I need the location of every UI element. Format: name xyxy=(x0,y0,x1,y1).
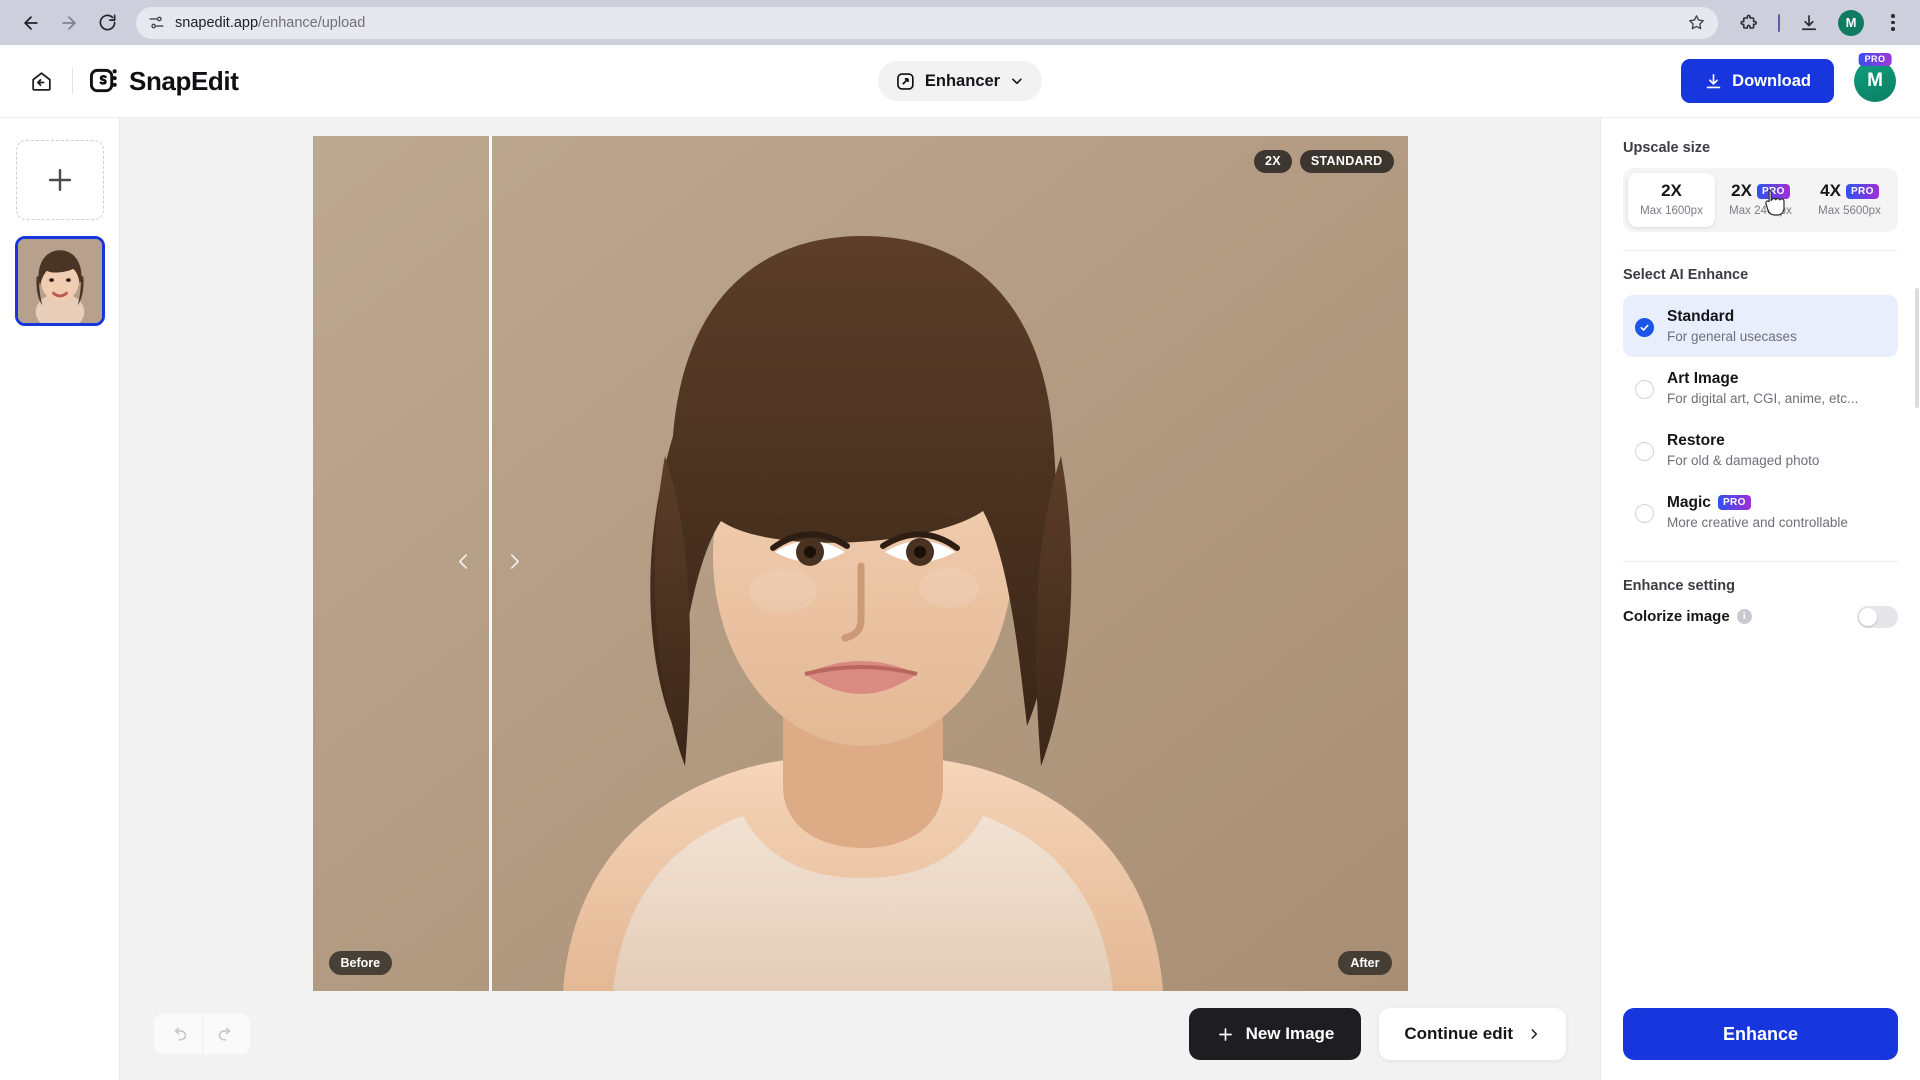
enhance-option-desc: For general usecases xyxy=(1667,328,1797,344)
browser-profile-avatar[interactable]: M xyxy=(1838,9,1864,36)
status-badge: STANDARD xyxy=(1299,150,1394,173)
enhance-option-standard[interactable]: Standard For general usecases xyxy=(1623,294,1898,357)
three-dot-menu-icon[interactable] xyxy=(1880,10,1906,36)
panel-scrollbar[interactable] xyxy=(1915,288,1919,408)
panel-footer: Enhance xyxy=(1601,994,1920,1080)
image-badges: 2X STANDARD xyxy=(1254,150,1394,173)
status-badge: 2X xyxy=(1254,150,1292,173)
upscale-size-title: Upscale size xyxy=(1623,140,1711,156)
enhance-setting-title: Enhance setting xyxy=(1623,577,1735,594)
radio-icon[interactable] xyxy=(1635,503,1654,523)
add-image-button[interactable] xyxy=(15,140,104,220)
bookmark-star-icon[interactable] xyxy=(1687,13,1706,32)
ai-enhance-options: Standard For general usecases Art Image … xyxy=(1623,294,1898,543)
enhance-option-label: Magic xyxy=(1667,493,1711,511)
extensions-puzzle-icon[interactable] xyxy=(1736,10,1762,36)
download-icon xyxy=(1704,72,1723,91)
enhance-option-label: Restore xyxy=(1667,431,1725,449)
forward-button[interactable] xyxy=(52,6,86,40)
plus-icon xyxy=(48,168,71,192)
enhancer-icon xyxy=(895,71,916,92)
enhance-option-art-image[interactable]: Art Image For digital art, CGI, anime, e… xyxy=(1623,357,1898,419)
url-text: snapedit.app/enhance/upload xyxy=(175,14,366,31)
upscale-option-2x-pro[interactable]: 2X PRO Max 2400px xyxy=(1717,173,1804,227)
browser-toolbar: snapedit.app/enhance/upload M xyxy=(0,0,1920,45)
undo-button[interactable] xyxy=(154,1014,202,1054)
colorize-image-label: Colorize image xyxy=(1623,608,1730,626)
avatar-initial: M xyxy=(1854,60,1896,102)
new-image-label: New Image xyxy=(1245,1024,1335,1043)
mode-selector[interactable]: Enhancer xyxy=(877,61,1043,101)
address-bar[interactable]: snapedit.app/enhance/upload xyxy=(136,6,1718,39)
home-back-icon[interactable] xyxy=(24,64,58,98)
logo-text: SnapEdit xyxy=(129,65,239,96)
pro-tag: PRO xyxy=(1756,183,1790,199)
snapedit-logo[interactable]: SnapEdit xyxy=(89,65,239,97)
reload-button[interactable] xyxy=(90,6,124,40)
site-settings-icon[interactable] xyxy=(148,14,165,31)
radio-checked-icon[interactable] xyxy=(1635,317,1654,337)
settings-scroll: Upscale size 2X Max 1600px 2X PRO Max 24… xyxy=(1601,118,1920,994)
header-divider xyxy=(72,68,73,94)
user-avatar[interactable]: M PRO xyxy=(1854,53,1896,102)
toggle-knob xyxy=(1859,607,1877,626)
chevron-right-icon xyxy=(1531,1029,1538,1039)
upscale-size-group: 2X Max 1600px 2X PRO Max 2400px 4X PRO M… xyxy=(1623,168,1898,232)
chevron-down-icon[interactable] xyxy=(1009,73,1025,89)
pro-tag: PRO xyxy=(1717,495,1751,511)
canvas-area: 2X STANDARD Before After New Image Conti… xyxy=(120,118,1600,1080)
colorize-image-row: Colorize image i xyxy=(1623,605,1898,628)
redo-button[interactable] xyxy=(202,1014,250,1054)
chevron-right-icon[interactable] xyxy=(503,544,525,583)
upscale-option-2x-standard[interactable]: 2X Max 1600px xyxy=(1628,173,1715,227)
pro-tag: PRO xyxy=(1845,183,1879,199)
continue-edit-button[interactable]: Continue edit xyxy=(1379,1008,1566,1060)
chevron-left-icon[interactable] xyxy=(452,544,474,583)
image-compare-stage[interactable]: 2X STANDARD Before After xyxy=(312,136,1408,991)
canvas-bottom-bar: New Image Continue edit xyxy=(120,988,1600,1080)
enhance-button[interactable]: Enhance xyxy=(1623,1008,1898,1060)
canvas-actions: New Image Continue edit xyxy=(1188,1008,1566,1060)
enhance-option-label: Standard xyxy=(1667,307,1735,325)
download-label: Download xyxy=(1732,71,1811,90)
after-label: After xyxy=(1338,950,1392,975)
upscale-option-4x-pro[interactable]: 4X PRO Max 5600px xyxy=(1806,173,1893,227)
colorize-image-toggle[interactable] xyxy=(1857,605,1898,628)
continue-edit-label: Continue edit xyxy=(1404,1024,1513,1043)
back-button[interactable] xyxy=(14,6,48,40)
download-button[interactable]: Download xyxy=(1681,59,1834,103)
enhance-option-label: Art Image xyxy=(1667,369,1739,387)
image-rail xyxy=(0,118,120,1080)
downloads-icon[interactable] xyxy=(1796,10,1822,36)
enhance-option-desc: For old & damaged photo xyxy=(1667,452,1820,468)
snapedit-logo-mark xyxy=(89,68,117,92)
enhance-button-label: Enhance xyxy=(1722,1023,1799,1044)
portrait-thumbnail xyxy=(17,239,102,323)
radio-icon[interactable] xyxy=(1635,379,1654,399)
browser-action-icons: M xyxy=(1732,9,1906,36)
app-header: SnapEdit Enhancer Download M PRO xyxy=(0,45,1920,118)
enhance-option-restore[interactable]: Restore For old & damaged photo xyxy=(1623,419,1898,481)
panel-divider xyxy=(1623,560,1898,562)
select-ai-enhance-title: Select AI Enhance xyxy=(1623,266,1749,283)
before-label: Before xyxy=(328,950,393,975)
history-controls xyxy=(154,1014,250,1054)
info-icon[interactable]: i xyxy=(1736,609,1752,625)
mode-label: Enhancer xyxy=(924,71,1001,90)
radio-icon[interactable] xyxy=(1635,441,1654,461)
pro-badge: PRO xyxy=(1858,53,1892,66)
app-body: 2X STANDARD Before After New Image Conti… xyxy=(0,118,1920,1080)
new-image-button[interactable]: New Image xyxy=(1188,1008,1362,1060)
toolbar-divider xyxy=(1778,13,1780,32)
enhance-option-desc: More creative and controllable xyxy=(1667,514,1848,530)
list-item[interactable] xyxy=(14,236,105,326)
compare-slider-handle[interactable] xyxy=(452,544,525,583)
plus-icon xyxy=(1218,1027,1232,1041)
enhance-option-magic[interactable]: Magic PRO More creative and controllable xyxy=(1623,481,1898,543)
settings-panel: Upscale size 2X Max 1600px 2X PRO Max 24… xyxy=(1600,118,1920,1080)
header-actions: Download M PRO xyxy=(1681,53,1896,103)
enhance-option-desc: For digital art, CGI, anime, etc... xyxy=(1667,390,1859,406)
panel-divider xyxy=(1623,249,1898,251)
